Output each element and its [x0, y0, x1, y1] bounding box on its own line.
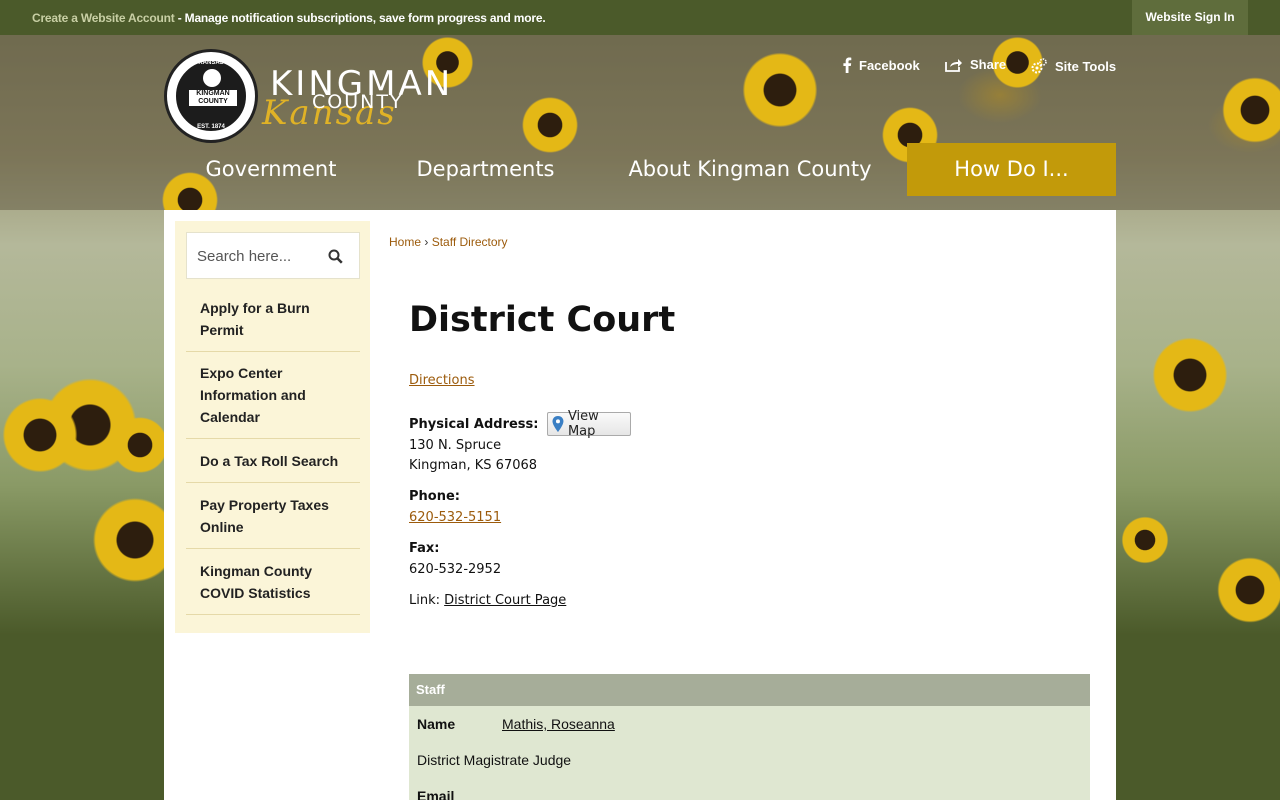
- top-bar: Create a Website Account - Manage notifi…: [0, 0, 1280, 35]
- breadcrumb-home[interactable]: Home: [389, 235, 421, 249]
- facebook-label: Facebook: [859, 57, 920, 73]
- breadcrumb-separator: ›: [421, 235, 432, 249]
- share-icon: [945, 58, 962, 72]
- sunflower-image: [110, 415, 170, 475]
- site-tools-label: Site Tools: [1055, 58, 1117, 74]
- breadcrumb: Home › Staff Directory: [389, 235, 508, 249]
- create-account-link[interactable]: Create a Website Account: [32, 11, 175, 25]
- staff-table-header: Staff: [409, 674, 1090, 706]
- sunflower-image: [740, 50, 820, 130]
- map-pin-icon: [552, 416, 564, 432]
- sidebar-item-property-taxes[interactable]: Pay Property Taxes Online: [186, 483, 360, 549]
- facebook-icon: [843, 57, 852, 73]
- address-line-2: Kingman, KS 67068: [409, 458, 538, 473]
- search-box[interactable]: Search here...: [186, 232, 360, 279]
- sunflower-image: [1150, 335, 1230, 415]
- district-court-page-link[interactable]: District Court Page: [444, 593, 566, 608]
- sunflower-image: [1120, 515, 1170, 565]
- search-input[interactable]: Search here...: [197, 248, 291, 265]
- sun-icon: [203, 69, 221, 87]
- staff-title: District Magistrate Judge: [417, 752, 572, 768]
- site-tools-link[interactable]: Site Tools: [1030, 57, 1116, 75]
- sidebar-item-burn-permit[interactable]: Apply for a Burn Permit: [186, 286, 360, 352]
- page-title: District Court: [409, 300, 676, 340]
- fax-value: 620-532-2952: [409, 562, 502, 577]
- share-label: Share: [970, 57, 1007, 72]
- directions-link[interactable]: Directions: [409, 373, 475, 388]
- staff-email-label: Email: [417, 788, 455, 800]
- county-seal-logo[interactable]: KANSAS KINGMAN COUNTY EST. 1874: [164, 49, 258, 143]
- nav-how-do-i[interactable]: How Do I...: [907, 143, 1116, 196]
- search-icon[interactable]: [328, 249, 343, 264]
- link-label: Link:: [409, 593, 445, 608]
- staff-name-link[interactable]: Mathis, Roseanna: [502, 716, 615, 732]
- staff-table-row: Name Mathis, Roseanna District Magistrat…: [409, 706, 1090, 800]
- logo-county: COUNTY: [312, 91, 404, 113]
- view-map-button[interactable]: View Map: [547, 409, 631, 439]
- seal-inner: KANSAS KINGMAN COUNTY EST. 1874: [174, 59, 248, 133]
- fax-label: Fax:: [409, 541, 440, 556]
- phone-label: Phone:: [409, 489, 460, 504]
- share-link[interactable]: Share: [945, 57, 1006, 72]
- seal-top-text: KANSAS: [198, 60, 224, 66]
- facebook-link[interactable]: Facebook: [842, 57, 920, 73]
- nav-government[interactable]: Government: [164, 143, 378, 196]
- sidebar-item-expo-center[interactable]: Expo Center Information and Calendar: [186, 352, 360, 439]
- address-line-1: 130 N. Spruce: [409, 438, 502, 453]
- sidebar-item-tax-roll[interactable]: Do a Tax Roll Search: [186, 439, 360, 483]
- department-link-row: Link: District Court Page: [409, 593, 566, 608]
- sidebar-item-covid-stats[interactable]: Kingman County COVID Statistics: [186, 549, 360, 615]
- sunflower-image: [0, 395, 80, 475]
- seal-bottom-text: EST. 1874: [197, 124, 225, 130]
- seal-mid-text: KINGMAN COUNTY: [189, 90, 237, 106]
- gear-icon: [1031, 58, 1047, 74]
- breadcrumb-staff-directory[interactable]: Staff Directory: [432, 235, 508, 249]
- sunflower-image: [1215, 555, 1280, 625]
- staff-name-label: Name: [417, 716, 456, 732]
- nav-departments[interactable]: Departments: [378, 143, 593, 196]
- physical-address-label: Physical Address:: [409, 417, 539, 432]
- account-message: Create a Website Account - Manage notifi…: [32, 11, 546, 25]
- sign-in-button[interactable]: Website Sign In: [1132, 0, 1248, 35]
- account-message-text: - Manage notification subscriptions, sav…: [174, 11, 546, 25]
- nav-about[interactable]: About Kingman County: [593, 143, 907, 196]
- view-map-label: View Map: [567, 409, 599, 439]
- phone-link[interactable]: 620-532-5151: [409, 510, 501, 525]
